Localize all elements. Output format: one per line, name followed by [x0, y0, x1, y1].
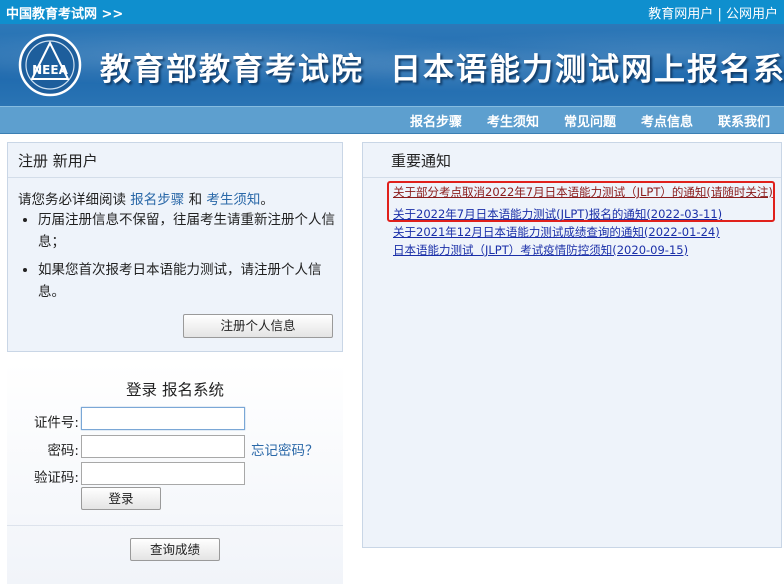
neea-logo-icon: NEEA	[18, 33, 82, 97]
query-score-button[interactable]: 查询成绩	[130, 538, 220, 561]
notice-item-cancel-2022-07[interactable]: 关于部分考点取消2022年7月日本语能力测试（JLPT）的通知(请随时关注)	[393, 185, 773, 199]
register-button[interactable]: 注册个人信息	[183, 314, 333, 338]
user-links: 教育网用户 | 公网用户	[648, 3, 778, 22]
top-bar: 中国教育考试网 >> 教育网用户 | 公网用户	[0, 0, 784, 24]
notice-link[interactable]: 考生须知	[206, 192, 260, 208]
login-title: 登录 报名系统	[126, 381, 224, 399]
edu-user-link[interactable]: 教育网用户	[648, 7, 713, 22]
notice-panel: 重要通知 关于部分考点取消2022年7月日本语能力测试（JLPT）的通知(请随时…	[362, 142, 782, 548]
id-input[interactable]	[81, 407, 245, 430]
password-input[interactable]	[81, 435, 245, 458]
register-panel: 注册 新用户 请您务必详细阅读 报名步骤 和 考生须知。 历届注册信息不保留，往…	[7, 142, 343, 352]
nav-item-venues[interactable]: 考点信息	[641, 111, 693, 130]
notice-item-registration-2022-07[interactable]: 关于2022年7月日本语能力测试(JLPT)报名的通知(2022-03-11)	[393, 207, 773, 221]
password-label: 密码:	[47, 443, 79, 459]
divider	[7, 525, 343, 526]
captcha-label: 验证码:	[33, 470, 79, 486]
list-item: 如果您首次报考日本语能力测试，请注册个人信息。	[38, 259, 338, 303]
notice-title: 重要通知	[391, 152, 452, 170]
intro-suffix: 。	[260, 192, 274, 208]
home-link[interactable]: 中国教育考试网 >>	[6, 3, 123, 22]
nav-item-contact[interactable]: 联系我们	[718, 111, 770, 130]
login-panel: 登录 报名系统 证件号: 密码: 忘记密码？ 验证码: 登录 查询成绩	[7, 362, 343, 584]
banner-title-system: 日本语能力测试网上报名系统	[390, 52, 784, 88]
nav-bar: 报名步骤 考生须知 常见问题 考点信息 联系我们	[0, 106, 784, 134]
banner: NEEA 教育部教育考试院 日本语能力测试网上报名系统	[0, 24, 784, 106]
banner-title-org: 教育部教育考试院	[100, 52, 364, 88]
register-intro: 请您务必详细阅读 报名步骤 和 考生须知。	[18, 188, 274, 208]
notice-item-epidemic[interactable]: 日本语能力测试（JLPT）考试疫情防控须知(2020-09-15)	[393, 243, 773, 257]
login-button[interactable]: 登录	[81, 487, 161, 510]
steps-link[interactable]: 报名步骤	[130, 192, 184, 208]
register-title: 注册 新用户	[18, 152, 98, 170]
divider	[363, 177, 781, 178]
public-user-link[interactable]: 公网用户	[726, 7, 778, 22]
nav-item-faq[interactable]: 常见问题	[564, 111, 616, 130]
register-bullets: 历届注册信息不保留，往届考生请重新注册个人信息； 如果您首次报考日本语能力测试，…	[20, 209, 338, 309]
forgot-password-link[interactable]: 忘记密码？	[251, 439, 319, 459]
intro-and: 和	[188, 192, 203, 208]
nav-item-notice[interactable]: 考生须知	[487, 111, 539, 130]
id-label: 证件号:	[33, 415, 79, 431]
intro-text: 请您务必详细阅读	[18, 192, 126, 208]
list-item: 历届注册信息不保留，往届考生请重新注册个人信息；	[38, 209, 338, 253]
notice-item-score-2021-12[interactable]: 关于2021年12月日本语能力测试成绩查询的通知(2022-01-24)	[393, 225, 773, 239]
divider	[8, 177, 342, 178]
separator: |	[717, 7, 722, 22]
nav-item-steps[interactable]: 报名步骤	[410, 111, 462, 130]
svg-text:NEEA: NEEA	[32, 63, 68, 77]
notice-list: 关于部分考点取消2022年7月日本语能力测试（JLPT）的通知(请随时关注) 关…	[393, 185, 773, 261]
banner-title: 教育部教育考试院 日本语能力测试网上报名系统	[100, 44, 784, 89]
captcha-input[interactable]	[81, 462, 245, 485]
